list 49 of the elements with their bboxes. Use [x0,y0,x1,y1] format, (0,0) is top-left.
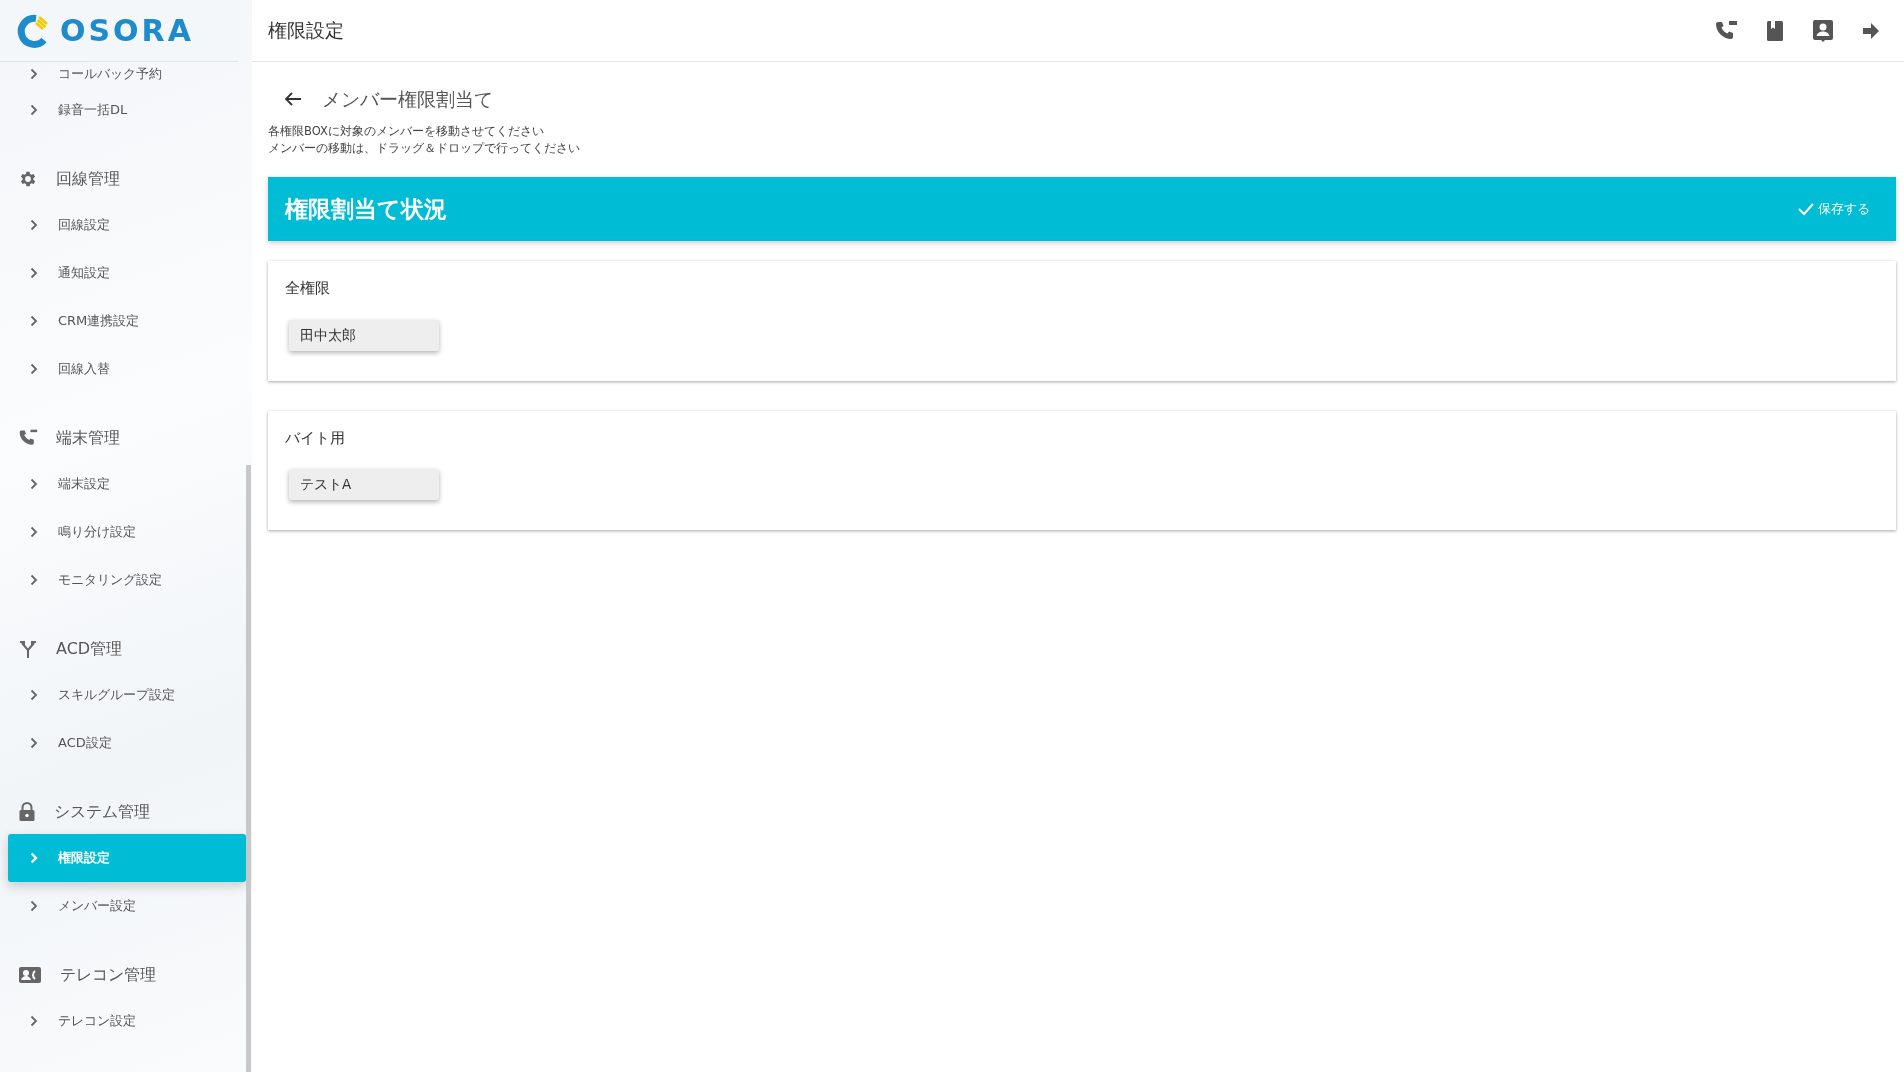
member-chip[interactable]: テストA [289,469,439,500]
gear-icon [18,169,38,189]
member-chip[interactable]: 田中太郎 [289,319,439,351]
sidebar-item[interactable]: 端末設定 [8,460,246,508]
sidebar-item[interactable]: 回線入替 [8,345,246,393]
chevron-icon [30,1015,38,1027]
chevron-icon [30,219,38,231]
fork-arrow-icon [18,639,38,659]
lock-icon [18,802,36,822]
sidebar-item[interactable]: スキルグループ設定 [8,671,246,719]
sidebar-section-title: テレコン管理 [60,964,156,986]
sidebar-item[interactable]: 鳴り分け設定 [8,508,246,556]
sidebar-item[interactable]: テレコン設定 [8,997,246,1045]
sidebar-section-title: 端末管理 [56,427,120,449]
chevron-icon [30,363,38,375]
sidebar-item[interactable]: 通知設定 [8,249,246,297]
sidebar-item[interactable]: 録音一括DL [8,86,246,134]
chevron-icon [30,737,38,749]
role-name: バイト用 [285,427,345,449]
chevron-icon [30,526,38,538]
sidebar-item[interactable]: 回線設定 [8,201,246,249]
sidebar-item[interactable]: ACD設定 [8,719,246,767]
chevron-icon [30,689,38,701]
chevron-icon [30,852,38,864]
sidebar-item[interactable]: メンバー設定 [8,882,246,930]
page-header-title: 権限設定 [268,18,344,44]
logo-text: OSORA [60,15,194,46]
sidebar-item[interactable]: コールバック予約 [8,62,246,86]
sidebar-item[interactable]: CRM連携設定 [8,297,246,345]
page-title: メンバー権限割当て [322,86,493,112]
instruction-text: 各権限BOXに対象のメンバーを移動させてください [268,123,544,140]
chevron-icon [30,104,38,116]
check-icon [1797,201,1815,217]
role-name: 全権限 [285,278,330,299]
sidebar-section-title: 回線管理 [56,168,120,190]
chevron-icon [30,315,38,327]
chevron-icon [30,574,38,586]
sidebar-section-title: ACD管理 [56,638,123,660]
chevron-icon [30,68,38,80]
instruction-text: メンバーの移動は、ドラッグ＆ドロップで行ってください [268,140,580,157]
chevron-icon [30,900,38,912]
chevron-icon [30,478,38,490]
sidebar-item[interactable]: モニタリング設定 [8,556,246,604]
scrollbar[interactable] [246,465,251,1072]
sip-phone-icon [18,428,38,448]
contact-card-icon [18,965,42,985]
panel-title: 権限割当て状況 [285,194,447,224]
chevron-icon [30,267,38,279]
sidebar-section-title: システム管理 [54,801,150,823]
